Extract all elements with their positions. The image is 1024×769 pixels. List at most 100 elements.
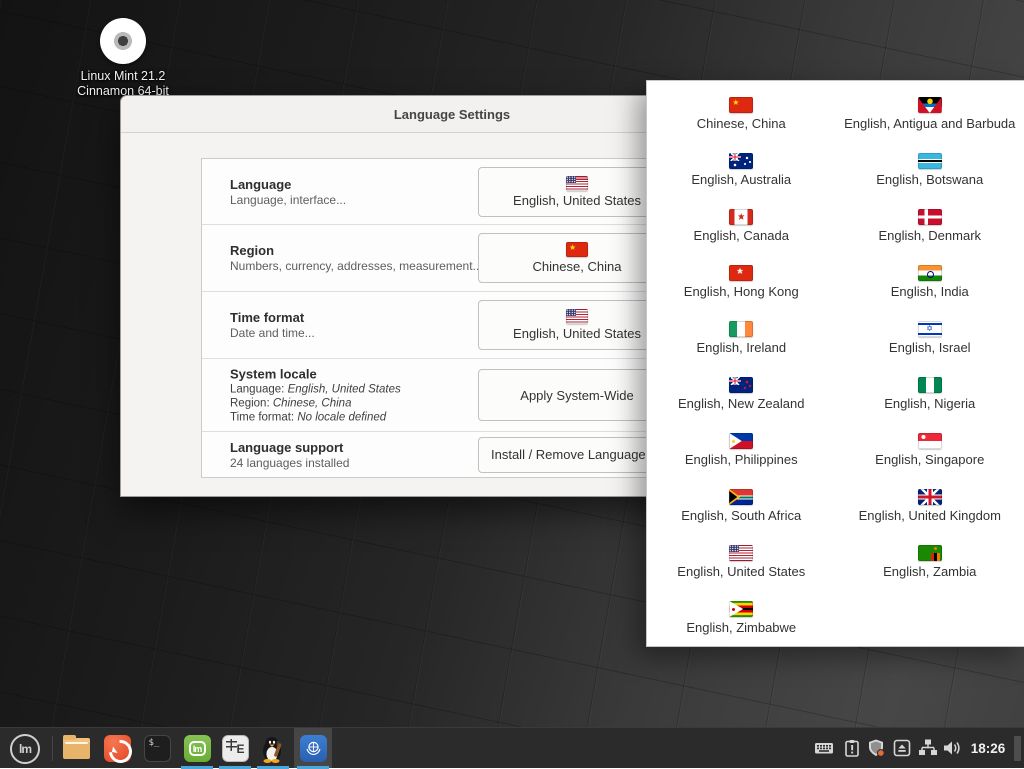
row-system-locale-title: System locale: [230, 366, 401, 383]
ie-flag-icon: [729, 321, 753, 337]
language-option[interactable]: English, India: [836, 254, 1024, 310]
time-format-select-label: English, United States: [513, 326, 641, 341]
bw-flag-icon: [918, 153, 942, 169]
language-option-label: English, United Kingdom: [859, 508, 1001, 523]
language-option[interactable]: English, New Zealand: [647, 366, 836, 422]
language-option[interactable]: English, Canada: [647, 198, 836, 254]
language-option[interactable]: English, Ireland: [647, 310, 836, 366]
window-button-mint-app[interactable]: lm: [178, 728, 216, 769]
window-title: Language Settings: [394, 107, 510, 122]
language-option[interactable]: English, Zambia: [836, 534, 1024, 590]
settings-panel: Language Language, interface... English,…: [201, 158, 705, 478]
language-option[interactable]: English, Australia: [647, 142, 836, 198]
in-flag-icon: [918, 265, 942, 281]
us-flag-icon: [566, 309, 588, 324]
language-option-label: English, United States: [677, 564, 805, 579]
system-locale-time-format: Time format: No locale defined: [230, 411, 401, 425]
language-option[interactable]: English, Zimbabwe: [647, 590, 836, 646]
row-language: Language Language, interface... English,…: [202, 159, 704, 225]
language-option[interactable]: English, United Kingdom: [836, 478, 1024, 534]
language-option-label: English, Antigua and Barbuda: [844, 116, 1015, 131]
row-system-locale: System locale Language: English, United …: [202, 359, 704, 432]
un-flag-icon: [300, 735, 327, 762]
system-locale-region: Region: Chinese, China: [230, 397, 401, 411]
penguin-icon: [260, 735, 286, 763]
language-option-label: English, Zimbabwe: [686, 620, 796, 635]
system-locale-language: Language: English, United States: [230, 383, 401, 397]
language-option-label: English, Philippines: [685, 452, 798, 467]
language-option-label: English, Nigeria: [884, 396, 975, 411]
language-option[interactable]: English, Botswana: [836, 142, 1024, 198]
window-button-input-method[interactable]: E: [216, 728, 254, 769]
language-option-label: English, Israel: [889, 340, 971, 355]
language-option-label: English, Botswana: [876, 172, 983, 187]
zm-flag-icon: [918, 545, 942, 561]
row-time-format-subtitle: Date and time...: [230, 326, 315, 341]
language-option[interactable]: English, Nigeria: [836, 366, 1024, 422]
mint-logo-icon: lm: [184, 735, 211, 762]
mint-menu-icon: lm: [10, 734, 40, 764]
zw-flag-icon: [729, 601, 753, 617]
terminal-icon: $_: [144, 735, 171, 762]
language-option[interactable]: English, Denmark: [836, 198, 1024, 254]
disc-icon: [100, 18, 146, 64]
language-option[interactable]: English, Antigua and Barbuda: [836, 86, 1024, 142]
desktop-shortcut-linux-mint[interactable]: Linux Mint 21.2 Cinnamon 64-bit: [75, 18, 171, 99]
language-option-label: English, Singapore: [875, 452, 984, 467]
files-launcher[interactable]: [58, 728, 94, 769]
nz-flag-icon: [729, 377, 753, 393]
shortcut-label-line1: Linux Mint 21.2: [75, 69, 171, 84]
input-method-icon: E: [222, 735, 249, 762]
language-option[interactable]: English, South Africa: [647, 478, 836, 534]
language-option-label: English, India: [891, 284, 969, 299]
row-language-support-title: Language support: [230, 439, 349, 456]
taskbar-clock[interactable]: 18:26: [966, 728, 1010, 769]
us-flag-icon: [566, 176, 588, 191]
sg-flag-icon: [918, 433, 942, 449]
row-language-support-subtitle: 24 languages installed: [230, 456, 349, 471]
eject-icon[interactable]: [892, 738, 912, 758]
au-flag-icon: [729, 153, 753, 169]
language-option-label: English, New Zealand: [678, 396, 804, 411]
row-time-format: Time format Date and time... English, Un…: [202, 292, 704, 359]
language-option[interactable]: English, United States: [647, 534, 836, 590]
ng-flag-icon: [918, 377, 942, 393]
language-option[interactable]: English, Philippines: [647, 422, 836, 478]
language-picker-popup: Chinese, China English, Antigua and Barb…: [646, 80, 1024, 647]
language-option[interactable]: Chinese, China: [647, 86, 836, 142]
row-language-title: Language: [230, 176, 346, 193]
network-icon[interactable]: [918, 738, 938, 758]
language-option-label: English, South Africa: [681, 508, 801, 523]
ag-flag-icon: [918, 97, 942, 113]
shield-update-icon[interactable]: [866, 738, 886, 758]
folder-icon: [63, 738, 90, 759]
us-flag-icon: [729, 545, 753, 561]
language-option-label: English, Hong Kong: [684, 284, 799, 299]
row-time-format-title: Time format: [230, 309, 315, 326]
ca-flag-icon: [729, 209, 753, 225]
window-button-tux-app[interactable]: [254, 728, 292, 769]
window-button-language-settings[interactable]: [294, 728, 332, 769]
language-option-label: English, Denmark: [878, 228, 981, 243]
region-select-label: Chinese, China: [533, 259, 622, 274]
language-option-label: Chinese, China: [697, 116, 786, 131]
firefox-launcher[interactable]: [99, 728, 135, 769]
language-option[interactable]: English, Israel: [836, 310, 1024, 366]
clipboard-alert-icon[interactable]: [842, 738, 862, 758]
terminal-launcher[interactable]: $_: [139, 728, 175, 769]
language-option[interactable]: English, Singapore: [836, 422, 1024, 478]
taskbar-separator: [52, 736, 53, 761]
mint-menu-button[interactable]: lm: [4, 728, 46, 769]
language-option-label: English, Zambia: [883, 564, 976, 579]
language-option[interactable]: English, Hong Kong: [647, 254, 836, 310]
keyboard-icon[interactable]: [814, 738, 834, 758]
il-flag-icon: [918, 321, 942, 337]
dk-flag-icon: [918, 209, 942, 225]
volume-icon[interactable]: [942, 738, 962, 758]
cn-flag-icon: [729, 97, 753, 113]
row-region-title: Region: [230, 242, 483, 259]
hk-flag-icon: [729, 265, 753, 281]
firefox-icon: [104, 735, 131, 762]
language-option-label: English, Ireland: [696, 340, 786, 355]
show-desktop-button[interactable]: [1014, 736, 1021, 761]
